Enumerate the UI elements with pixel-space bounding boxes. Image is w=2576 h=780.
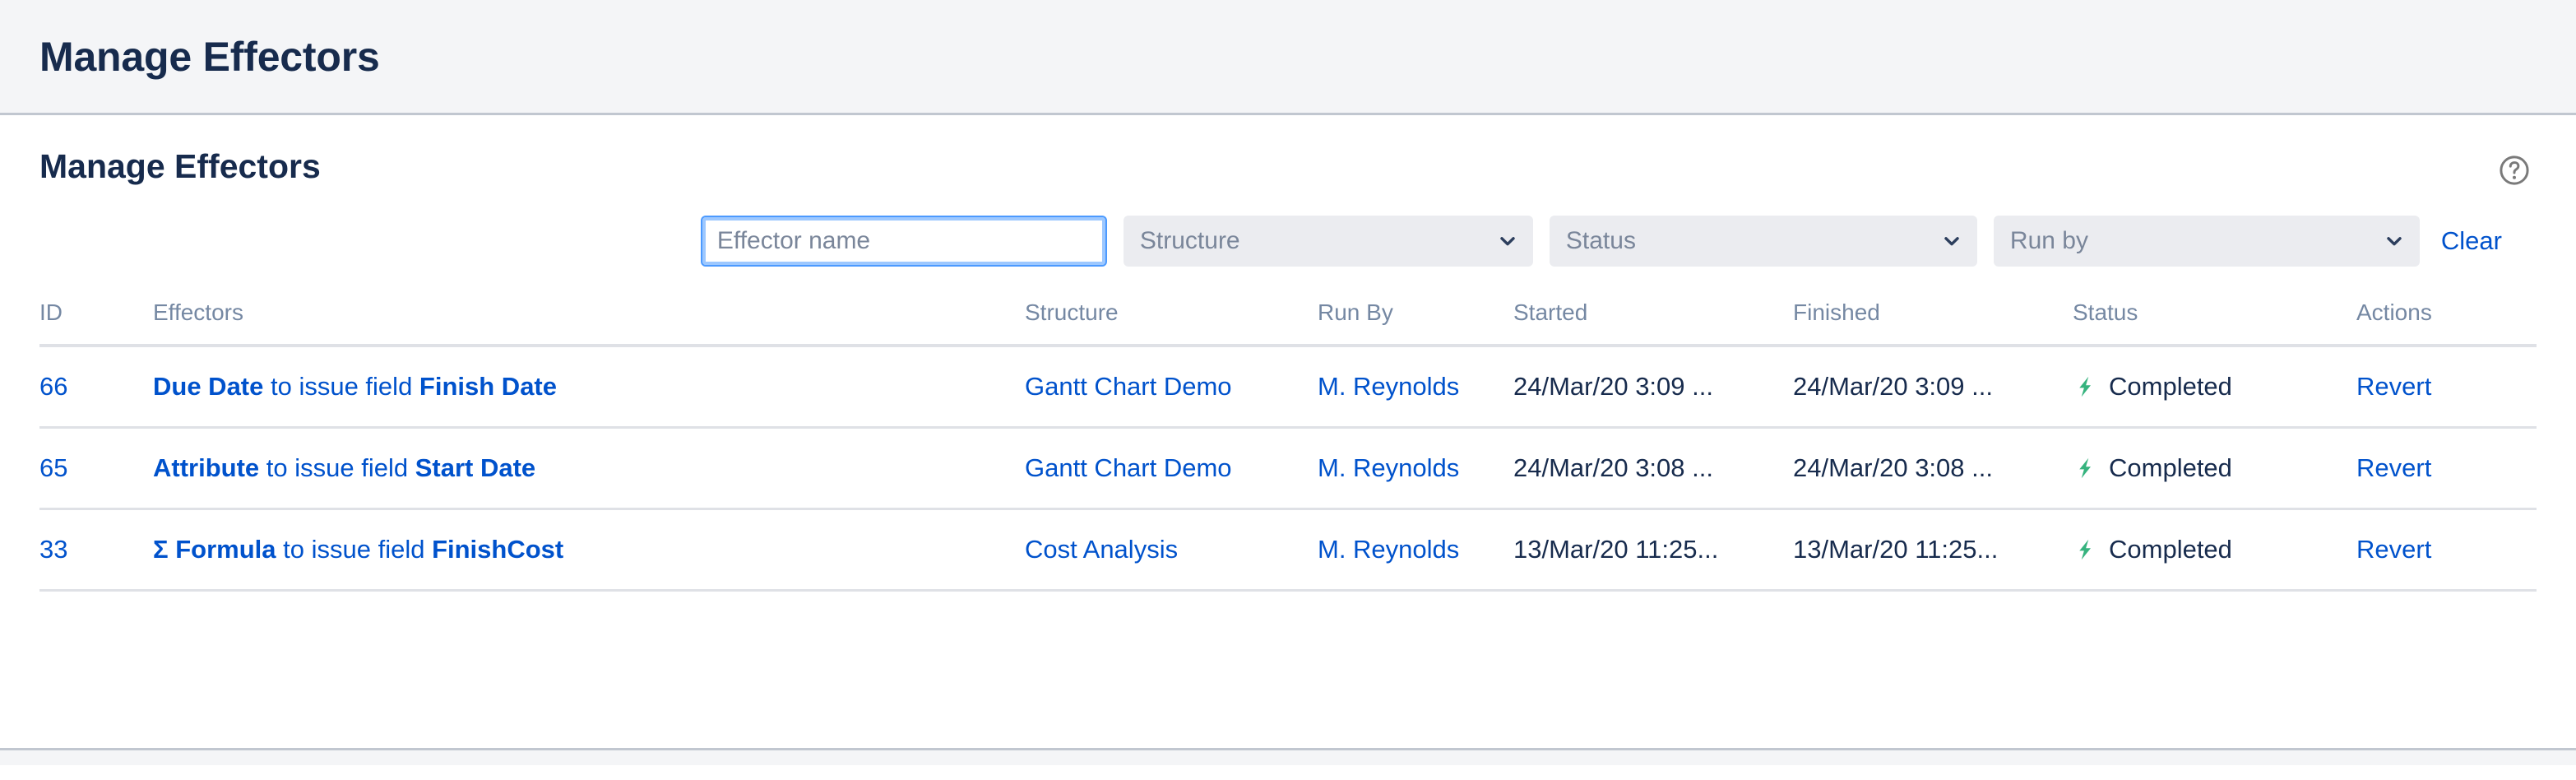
revert-link[interactable]: Revert [2356,372,2431,401]
effector-name-input[interactable] [701,216,1107,267]
column-header-status: Status [2073,299,2356,346]
structure-filter-select[interactable]: Structure [1124,216,1533,267]
table-header: ID Effectors Structure Run By Started Fi… [39,299,2537,346]
cell-finished: 13/Mar/20 11:25... [1793,509,2073,591]
effector-source: Due Date [153,372,263,401]
cell-status: Completed [2073,509,2356,591]
lightning-bolt-icon [2073,537,2097,562]
effector-id-link[interactable]: 33 [39,535,67,564]
finished-timestamp: 13/Mar/20 11:25... [1793,535,1998,564]
column-header-finished: Finished [1793,299,2073,346]
finished-timestamp: 24/Mar/20 3:08 ... [1793,453,1993,482]
column-header-run-by: Run By [1318,299,1513,346]
help-icon[interactable] [2497,153,2532,188]
cell-actions: Revert [2356,346,2537,428]
run-by-link[interactable]: M. Reynolds [1318,453,1459,482]
started-timestamp: 13/Mar/20 11:25... [1513,535,1718,564]
effectors-table: ID Effectors Structure Run By Started Fi… [39,299,2537,592]
effector-id-link[interactable]: 66 [39,372,67,401]
structure-filter-value[interactable]: Structure [1124,216,1533,267]
table-row: 65 Attribute to issue field Start Date G… [39,428,2537,509]
effector-middle: to issue field [259,453,415,482]
column-header-structure: Structure [1025,299,1318,346]
column-header-actions: Actions [2356,299,2537,346]
revert-link[interactable]: Revert [2356,453,2431,482]
page-footer-divider [0,748,2576,765]
status-badge: Completed [2073,453,2356,483]
status-label: Completed [2109,453,2232,483]
effector-target: Start Date [415,453,535,482]
cell-run-by: M. Reynolds [1318,509,1513,591]
cell-status: Completed [2073,428,2356,509]
cell-id: 33 [39,509,153,591]
status-badge: Completed [2073,535,2356,564]
cell-actions: Revert [2356,509,2537,591]
cell-structure: Cost Analysis [1025,509,1318,591]
cell-started: 24/Mar/20 3:08 ... [1513,428,1793,509]
structure-link[interactable]: Gantt Chart Demo [1025,372,1232,401]
cell-id: 66 [39,346,153,428]
cell-effectors: Attribute to issue field Start Date [153,428,1025,509]
lightning-bolt-icon [2073,374,2097,399]
status-badge: Completed [2073,372,2356,402]
cell-structure: Gantt Chart Demo [1025,428,1318,509]
cell-run-by: M. Reynolds [1318,346,1513,428]
cell-finished: 24/Mar/20 3:08 ... [1793,428,2073,509]
run-by-link[interactable]: M. Reynolds [1318,535,1459,564]
cell-started: 13/Mar/20 11:25... [1513,509,1793,591]
filter-bar: Structure Status Run by Clear [39,216,2537,267]
cell-effectors: Σ Formula to issue field FinishCost [153,509,1025,591]
cell-structure: Gantt Chart Demo [1025,346,1318,428]
structure-link[interactable]: Cost Analysis [1025,535,1178,564]
finished-timestamp: 24/Mar/20 3:09 ... [1793,372,1993,401]
effector-source: Σ Formula [153,535,276,564]
lightning-bolt-icon [2073,456,2097,481]
cell-actions: Revert [2356,428,2537,509]
status-filter-select[interactable]: Status [1550,216,1977,267]
effector-target: Finish Date [419,372,557,401]
effector-description-link[interactable]: Σ Formula to issue field FinishCost [153,535,563,564]
table-header-row: ID Effectors Structure Run By Started Fi… [39,299,2537,346]
main-content: Manage Effectors Structure Status Run by [0,115,2576,765]
table-row: 66 Due Date to issue field Finish Date G… [39,346,2537,428]
cell-started: 24/Mar/20 3:09 ... [1513,346,1793,428]
cell-run-by: M. Reynolds [1318,428,1513,509]
started-timestamp: 24/Mar/20 3:08 ... [1513,453,1713,482]
revert-link[interactable]: Revert [2356,535,2431,564]
effector-description-link[interactable]: Attribute to issue field Start Date [153,453,535,482]
section-title-row: Manage Effectors [39,115,2537,188]
cell-effectors: Due Date to issue field Finish Date [153,346,1025,428]
effector-id-link[interactable]: 65 [39,453,67,482]
started-timestamp: 24/Mar/20 3:09 ... [1513,372,1713,401]
effector-middle: to issue field [263,372,419,401]
cell-finished: 24/Mar/20 3:09 ... [1793,346,2073,428]
effector-middle: to issue field [276,535,433,564]
column-header-id: ID [39,299,153,346]
section-heading: Manage Effectors [39,150,321,183]
table-row: 33 Σ Formula to issue field FinishCost C… [39,509,2537,591]
status-label: Completed [2109,535,2232,564]
page-header: Manage Effectors [0,0,2576,115]
run-by-link[interactable]: M. Reynolds [1318,372,1459,401]
column-header-started: Started [1513,299,1793,346]
run-by-filter-value[interactable]: Run by [1994,216,2420,267]
structure-link[interactable]: Gantt Chart Demo [1025,453,1232,482]
effector-source: Attribute [153,453,259,482]
clear-filters-link[interactable]: Clear [2441,226,2502,256]
run-by-filter-select[interactable]: Run by [1994,216,2420,267]
effector-description-link[interactable]: Due Date to issue field Finish Date [153,372,557,401]
column-header-effectors: Effectors [153,299,1025,346]
cell-id: 65 [39,428,153,509]
page-title: Manage Effectors [39,36,380,77]
table-body: 66 Due Date to issue field Finish Date G… [39,346,2537,591]
status-label: Completed [2109,372,2232,402]
cell-status: Completed [2073,346,2356,428]
effector-target: FinishCost [432,535,563,564]
status-filter-value[interactable]: Status [1550,216,1977,267]
